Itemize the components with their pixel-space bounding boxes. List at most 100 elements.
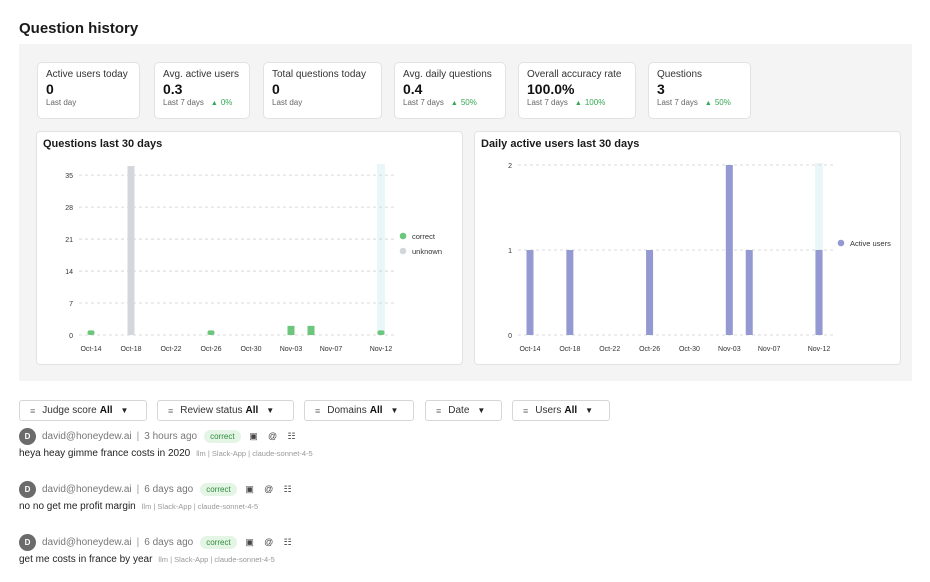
stat-value: 3 xyxy=(657,81,665,97)
y-tick-label: 7 xyxy=(69,301,73,308)
legend-swatch xyxy=(837,239,845,247)
y-tick-label: 1 xyxy=(508,248,512,255)
question-text[interactable]: get me costs in france by year xyxy=(19,554,152,565)
chart-bar xyxy=(287,325,295,335)
stat-card-total-questions-today: Total questions today 0 Last day xyxy=(263,62,382,119)
stat-value: 0.4 xyxy=(403,81,423,97)
status-badge: correct xyxy=(200,535,237,549)
x-tick-label: Oct-14 xyxy=(80,346,101,353)
filter-label: Judge score xyxy=(42,405,97,416)
x-tick-label: Nov-03 xyxy=(718,346,741,353)
question-tags: llm | Slack-App | claude-sonnet-4-5 xyxy=(158,555,275,564)
chat-icon[interactable]: ▣ xyxy=(244,483,256,495)
filter-review-status[interactable]: ≡ Review status All ▼ xyxy=(157,400,294,421)
at-icon[interactable]: @ xyxy=(263,536,275,548)
y-tick-label: 35 xyxy=(65,173,73,180)
x-tick-label: Oct-18 xyxy=(120,346,141,353)
highlight-band xyxy=(377,164,385,335)
filter-label: Domains xyxy=(327,405,367,416)
stat-label: Overall accuracy rate xyxy=(527,69,622,80)
chat-icon[interactable]: ▣ xyxy=(244,536,256,548)
filter-value: All xyxy=(245,405,259,416)
stat-value: 0 xyxy=(272,81,280,97)
chart-bar xyxy=(745,250,753,335)
filter-icon: ≡ xyxy=(523,405,529,416)
filter-judge-score[interactable]: ≡ Judge score All ▼ xyxy=(19,400,147,421)
filter-domains[interactable]: ≡ Domains All ▼ xyxy=(304,400,414,421)
filter-value: All xyxy=(99,405,113,416)
x-tick-label: Nov-12 xyxy=(370,346,393,353)
legend-swatch xyxy=(399,247,407,255)
stat-label: Active users today xyxy=(46,69,128,80)
review-icon[interactable]: ☷ xyxy=(286,430,298,442)
caret-down-icon: ▼ xyxy=(266,406,275,415)
chart-bar xyxy=(377,330,385,335)
x-tick-label: Oct-26 xyxy=(200,346,221,353)
x-tick-label: Oct-30 xyxy=(240,346,261,353)
stat-delta: 50% xyxy=(451,98,477,107)
chart-bar xyxy=(526,250,534,335)
review-icon[interactable]: ☷ xyxy=(282,483,294,495)
question-time: 6 days ago xyxy=(144,483,194,495)
stat-value: 0 xyxy=(46,81,54,97)
stat-card-active-users-today: Active users today 0 Last day xyxy=(37,62,140,119)
stat-card-avg-daily-questions: Avg. daily questions 0.4 Last 7 days 50% xyxy=(394,62,506,119)
question-text[interactable]: heya heay gimme france costs in 2020 xyxy=(19,448,190,459)
stat-card-questions: Questions 3 Last 7 days 50% xyxy=(648,62,751,119)
question-tags: llm | Slack-App | claude-sonnet-4-5 xyxy=(196,449,313,458)
filter-date[interactable]: ≡ Date ▼ xyxy=(425,400,502,421)
stat-period: Last 7 days xyxy=(403,98,444,107)
question-user: david@honeydew.ai xyxy=(42,536,132,548)
stat-period: Last 7 days xyxy=(527,98,568,107)
active-users-bar-chart: 0 1 2 Oct-14 Oct-18 Oct-22 Oct-26 Oct-30 Nov-03 N… xyxy=(508,163,891,353)
stat-label: Total questions today xyxy=(272,69,366,80)
legend-label: unknown xyxy=(412,247,442,256)
avatar: D xyxy=(19,427,36,445)
stat-card-overall-accuracy: Overall accuracy rate 100.0% Last 7 days… xyxy=(518,62,636,119)
filter-icon: ≡ xyxy=(30,405,36,416)
question-item[interactable]: D david@honeydew.ai | 3 hours ago correct… xyxy=(19,427,619,468)
stat-delta: 100% xyxy=(575,98,605,107)
caret-down-icon: ▼ xyxy=(477,406,486,415)
stat-value: 100.0% xyxy=(527,81,575,97)
y-tick-label: 0 xyxy=(508,333,512,340)
chart-bar xyxy=(87,330,95,335)
question-text[interactable]: no no get me profit margin xyxy=(19,501,136,512)
caret-down-icon: ▼ xyxy=(585,406,594,415)
x-tick-label: Oct-22 xyxy=(599,346,620,353)
stat-period: Last day xyxy=(272,98,303,107)
x-tick-label: Oct-30 xyxy=(679,346,700,353)
question-tags: llm | Slack-App | claude-sonnet-4-5 xyxy=(141,502,259,511)
chart-bar xyxy=(815,250,823,335)
stat-period: Last 7 days xyxy=(163,98,204,107)
x-tick-label: Nov-07 xyxy=(320,346,343,353)
chart-bar xyxy=(127,166,135,335)
review-icon[interactable]: ☷ xyxy=(282,536,294,548)
stat-value: 0.3 xyxy=(163,81,183,97)
stat-delta: 50% xyxy=(705,98,731,107)
y-tick-label: 2 xyxy=(508,163,512,170)
stat-period: Last day xyxy=(46,98,77,107)
question-item[interactable]: D david@honeydew.ai | 6 days ago correct … xyxy=(19,480,619,521)
active-users-chart-card: Daily active users last 30 days 0 1 2 Oct-1… xyxy=(474,131,901,365)
x-tick-label: Nov-07 xyxy=(758,346,781,353)
filter-icon: ≡ xyxy=(168,405,174,416)
x-tick-label: Oct-14 xyxy=(519,346,540,353)
legend-swatch xyxy=(399,232,407,240)
at-icon[interactable]: @ xyxy=(267,430,279,442)
at-icon[interactable]: @ xyxy=(263,483,275,495)
question-item[interactable]: D david@honeydew.ai | 6 days ago correct … xyxy=(19,533,619,574)
caret-down-icon: ▼ xyxy=(390,406,399,415)
chat-icon[interactable]: ▣ xyxy=(248,430,260,442)
filter-label: Date xyxy=(448,405,470,416)
y-tick-label: 28 xyxy=(65,205,73,212)
chart-bar xyxy=(207,330,215,335)
x-tick-label: Oct-18 xyxy=(559,346,580,353)
chart-bar xyxy=(725,165,733,335)
chart-bar xyxy=(566,250,574,335)
x-tick-label: Oct-22 xyxy=(160,346,181,353)
x-tick-label: Nov-12 xyxy=(808,346,831,353)
chart-bar xyxy=(307,325,315,335)
filter-users[interactable]: ≡ Users All ▼ xyxy=(512,400,610,421)
page-title: Question history xyxy=(19,20,139,37)
